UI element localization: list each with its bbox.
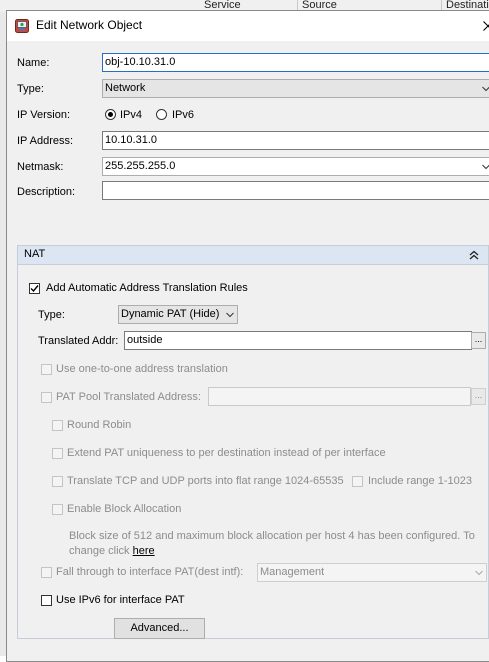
double-chevron-up-icon[interactable] <box>468 249 480 261</box>
type-label: Type: <box>17 83 44 95</box>
nat-panel-header[interactable]: NAT <box>18 246 488 265</box>
ipv6-interface-pat-checkbox[interactable] <box>41 595 52 606</box>
nat-type-select[interactable]: Dynamic PAT (Hide) <box>118 305 238 324</box>
fall-through-select[interactable]: Management <box>257 563 487 582</box>
close-icon <box>483 21 489 31</box>
type-select-value: Network <box>105 82 146 94</box>
include-range-label: Include range 1-1023 <box>368 475 472 487</box>
netmask-combo[interactable]: 255.255.255.0 <box>102 157 489 176</box>
netmask-value: 255.255.255.0 <box>105 160 176 172</box>
translated-addr-browse-button[interactable]: ... <box>471 332 486 349</box>
add-translation-rules-checkbox[interactable] <box>29 283 40 294</box>
description-label: Description: <box>17 186 76 198</box>
edit-network-object-dialog: Edit Network Object Name: obj-10.10.31.0… <box>6 10 489 662</box>
network-object-icon <box>15 19 29 33</box>
netmask-label: Netmask: <box>17 161 64 173</box>
ip-address-input[interactable]: 10.10.31.0 <box>102 131 489 150</box>
round-robin-label: Round Robin <box>67 419 132 431</box>
block-info-text: Block size of 512 and maximum block allo… <box>69 530 475 542</box>
advanced-button[interactable]: Advanced... <box>114 618 205 639</box>
block-allocation-label: Enable Block Allocation <box>67 503 182 515</box>
chevron-down-icon <box>482 86 489 92</box>
include-range-checkbox[interactable] <box>352 476 363 487</box>
extend-pat-label: Extend PAT uniqueness to per destination… <box>67 447 386 459</box>
round-robin-checkbox[interactable] <box>52 420 63 431</box>
pat-pool-label: PAT Pool Translated Address: <box>56 391 201 403</box>
add-translation-rules-label[interactable]: Add Automatic Address Translation Rules <box>46 282 248 294</box>
radio-selected-dot <box>108 112 113 117</box>
fall-through-label: Fall through to interface PAT(dest intf)… <box>56 566 244 578</box>
translate-tcp-udp-label: Translate TCP and UDP ports into flat ra… <box>67 475 344 487</box>
type-select[interactable]: Network <box>102 79 489 98</box>
one-to-one-checkbox[interactable] <box>41 364 52 375</box>
nat-panel: NAT Add Automatic Address Translation Ru… <box>17 245 489 639</box>
translate-tcp-udp-checkbox[interactable] <box>52 476 63 487</box>
dialog-titlebar[interactable]: Edit Network Object <box>7 11 489 41</box>
block-allocation-checkbox[interactable] <box>52 504 63 515</box>
name-input[interactable]: obj-10.10.31.0 <box>102 53 489 72</box>
name-label: Name: <box>17 57 50 69</box>
fall-through-checkbox[interactable] <box>41 567 52 578</box>
fall-through-value: Management <box>260 566 325 578</box>
block-info-text-line2: change click here <box>69 545 155 557</box>
close-button[interactable] <box>479 16 489 36</box>
translated-addr-input[interactable]: outside <box>124 331 472 350</box>
pat-pool-input[interactable] <box>208 387 471 406</box>
chevron-down-icon <box>475 570 483 576</box>
one-to-one-label: Use one-to-one address translation <box>56 363 228 375</box>
ip-address-label: IP Address: <box>17 135 74 147</box>
change-block-link[interactable]: here <box>133 545 155 557</box>
checkmark-icon <box>30 285 39 293</box>
nat-panel-title: NAT <box>24 248 46 260</box>
description-input[interactable] <box>102 181 489 200</box>
pat-pool-checkbox[interactable] <box>41 392 52 403</box>
extend-pat-checkbox[interactable] <box>52 448 63 459</box>
ipv6-interface-pat-label[interactable]: Use IPv6 for interface PAT <box>56 594 185 606</box>
pat-pool-browse-button[interactable]: ... <box>471 388 486 405</box>
block-info-prefix: change click <box>69 545 133 557</box>
chevron-down-icon <box>226 312 234 318</box>
ipv4-radio[interactable] <box>105 109 116 120</box>
ipv6-radio-label[interactable]: IPv6 <box>172 109 194 121</box>
ip-version-label: IP Version: <box>17 109 70 121</box>
ipv6-radio[interactable] <box>156 109 167 120</box>
dialog-title: Edit Network Object <box>36 18 143 32</box>
translated-addr-label: Translated Addr: <box>38 335 119 347</box>
nat-type-label: Type: <box>38 309 65 321</box>
nat-type-value: Dynamic PAT (Hide) <box>121 308 220 320</box>
chevron-down-icon <box>482 164 489 170</box>
ipv4-radio-label[interactable]: IPv4 <box>120 109 142 121</box>
